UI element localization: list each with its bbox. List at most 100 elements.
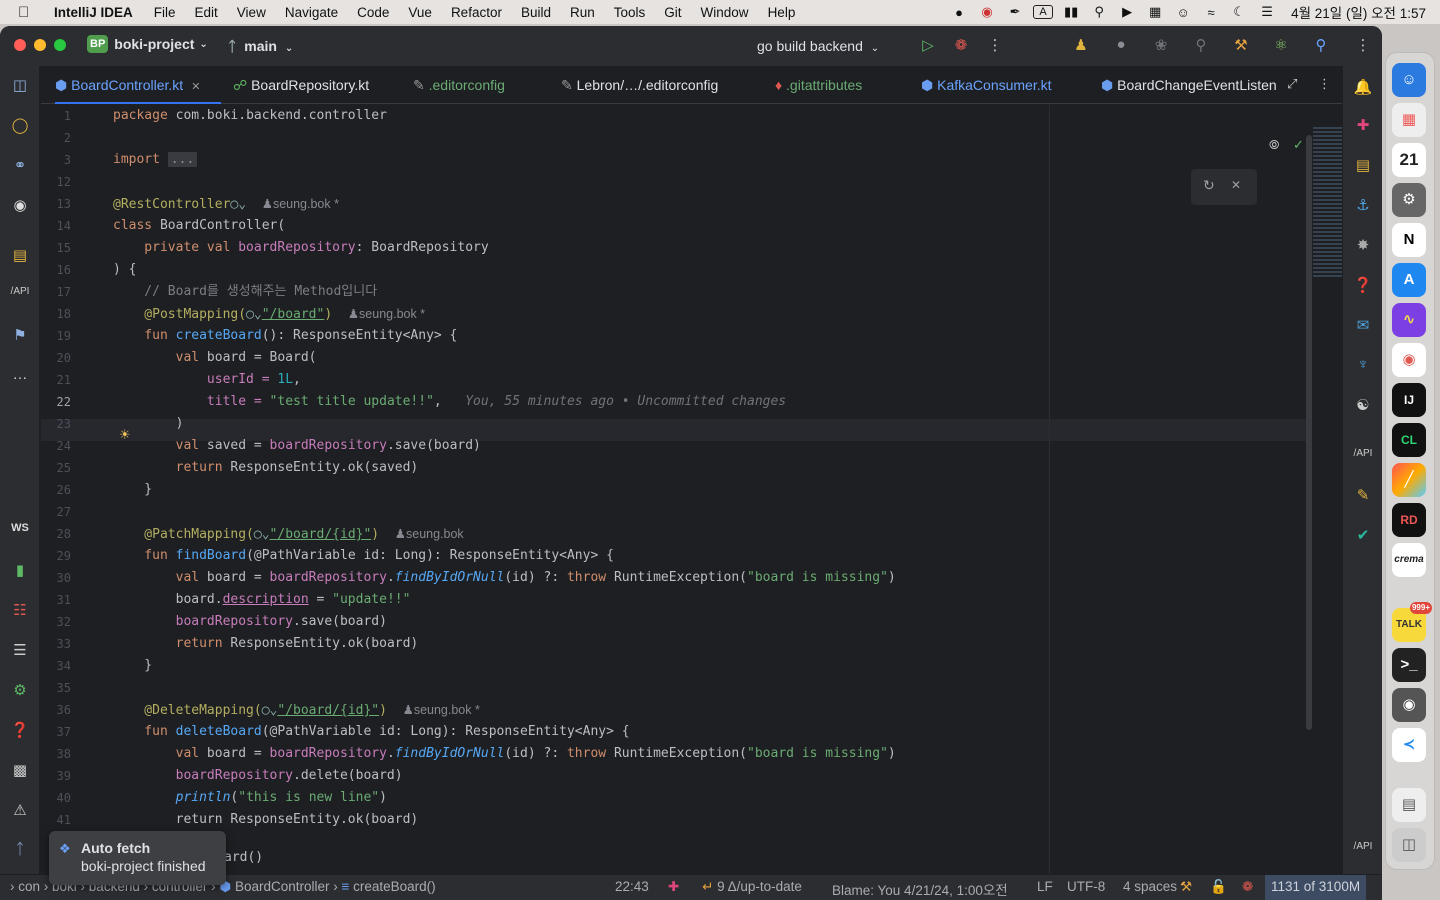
kakaotalk-icon[interactable]: TALK 999+ bbox=[1392, 602, 1432, 642]
close-tab-icon[interactable]: ✕ bbox=[191, 81, 200, 93]
intellij-icon[interactable]: IJ bbox=[1392, 383, 1426, 417]
line-number[interactable]: 25 bbox=[41, 461, 71, 475]
help-icon[interactable]: ❓ bbox=[1343, 276, 1382, 294]
clion-icon[interactable]: CL bbox=[1392, 423, 1426, 457]
tab-kafka-consumer[interactable]: ⬢ KafkaConsumer.kt bbox=[921, 66, 1073, 104]
line-number[interactable]: 35 bbox=[41, 681, 71, 695]
rider-icon[interactable]: RD bbox=[1392, 503, 1426, 537]
bean-icon[interactable]: ◯⌄ bbox=[230, 197, 246, 212]
line-separator[interactable]: LF bbox=[1037, 879, 1053, 894]
menu-tools[interactable]: Tools bbox=[614, 5, 646, 20]
menu-window[interactable]: Window bbox=[701, 5, 749, 20]
menu-vue[interactable]: Vue bbox=[408, 5, 432, 20]
folded-imports[interactable]: ... bbox=[167, 152, 198, 167]
author-hint[interactable]: ♟seung.bok * bbox=[403, 703, 480, 717]
menu-build[interactable]: Build bbox=[521, 5, 551, 20]
battery-icon[interactable]: ▮▮ bbox=[1057, 4, 1085, 20]
menu-refactor[interactable]: Refactor bbox=[451, 5, 502, 20]
blame-status[interactable]: Blame: You 4/21/24, 1:00오전 bbox=[832, 879, 1008, 899]
project-icon[interactable]: ◫ bbox=[0, 76, 40, 94]
line-number[interactable]: 2 bbox=[41, 131, 71, 145]
line-number[interactable]: 26 bbox=[41, 483, 71, 497]
ai-assistant-icon[interactable]: ⚛ bbox=[1270, 36, 1292, 54]
launchpad-icon[interactable]: ▦ bbox=[1392, 103, 1426, 137]
project-selector[interactable]: BP boki-project ⌄ bbox=[87, 35, 208, 53]
line-number[interactable]: 13 bbox=[41, 197, 71, 211]
author-hint[interactable]: ♟seung.bok * bbox=[348, 307, 425, 321]
tab-options-icon[interactable]: ⋮ bbox=[1318, 76, 1331, 92]
tab-editorconfig[interactable]: ✎ .editorconfig bbox=[413, 66, 525, 104]
wifi-icon[interactable]: ≈ bbox=[1197, 5, 1225, 20]
brush-icon[interactable]: ✒ bbox=[1001, 4, 1029, 20]
terminal-app-icon[interactable]: >_ bbox=[1392, 648, 1426, 682]
bug-icon[interactable]: ❁ bbox=[1242, 879, 1253, 895]
chat-icon[interactable]: ✉ bbox=[1343, 316, 1382, 334]
more-actions-icon[interactable]: ⋮ bbox=[984, 36, 1006, 54]
run-icon[interactable]: ▷ bbox=[917, 36, 939, 54]
plugin-red-icon[interactable]: ✚ bbox=[1343, 116, 1382, 134]
search-everywhere-gray-icon[interactable]: ⚲ bbox=[1190, 36, 1212, 54]
trash-icon[interactable]: ◫ bbox=[1392, 828, 1426, 862]
focus-moon-icon[interactable]: ☾ bbox=[1225, 4, 1253, 20]
tools-icon[interactable]: ⚒ bbox=[1180, 879, 1192, 895]
line-number[interactable]: 32 bbox=[41, 615, 71, 629]
vscode-icon[interactable]: ≺ bbox=[1392, 728, 1426, 762]
close-window-button[interactable] bbox=[14, 39, 26, 51]
input-source-icon[interactable]: A bbox=[1033, 5, 1054, 19]
bookmarks-icon[interactable]: ▮ bbox=[0, 561, 40, 579]
cremo-icon[interactable]: crema bbox=[1392, 543, 1426, 577]
ws-icon[interactable]: WS bbox=[0, 522, 40, 534]
python-icon[interactable]: ☯ bbox=[1343, 396, 1382, 414]
control-center-icon[interactable]: ☰ bbox=[1253, 4, 1281, 20]
line-number[interactable]: 12 bbox=[41, 175, 71, 189]
git-icon[interactable]: ᛏ bbox=[0, 841, 40, 858]
menu-run[interactable]: Run bbox=[570, 5, 595, 20]
line-number[interactable]: 37 bbox=[41, 725, 71, 739]
menu-file[interactable]: File bbox=[154, 5, 176, 20]
kubernetes-icon[interactable]: ✸ bbox=[1343, 236, 1382, 254]
tower-app-icon[interactable]: ╱ bbox=[1392, 463, 1426, 497]
clock[interactable]: 4월 21일 (일) 오전 1:57 bbox=[1291, 2, 1426, 22]
line-number[interactable]: 38 bbox=[41, 747, 71, 761]
line-number[interactable]: 36 bbox=[41, 703, 71, 717]
line-number[interactable]: 20 bbox=[41, 351, 71, 365]
creative-cloud-icon[interactable]: ◉ bbox=[973, 4, 1001, 20]
line-number[interactable]: 18 bbox=[41, 307, 71, 321]
coverage-icon[interactable]: ✔ bbox=[1343, 526, 1382, 544]
code-post-path[interactable]: "/board" bbox=[262, 307, 325, 322]
line-number[interactable]: 40 bbox=[41, 791, 71, 805]
problems-icon[interactable]: ⚠ bbox=[0, 801, 40, 819]
database-icon[interactable]: ▤ bbox=[0, 246, 40, 264]
tab-lebron-editorconfig[interactable]: ✎ Lebron/…/.editorconfig bbox=[561, 66, 741, 104]
vcs-status[interactable]: ↵ 9 Δ/up-to-date bbox=[702, 879, 802, 895]
file-encoding[interactable]: UTF-8 bbox=[1067, 879, 1105, 894]
settings-icon[interactable]: ⋮ bbox=[1352, 36, 1374, 54]
play-icon[interactable]: ▶ bbox=[1113, 4, 1141, 20]
indent-setting[interactable]: 4 spaces bbox=[1123, 879, 1177, 894]
downloads-icon[interactable]: ▤ bbox=[1392, 788, 1426, 822]
help-icon[interactable]: ❓ bbox=[0, 721, 40, 739]
services-icon[interactable]: ⚑ bbox=[0, 326, 40, 344]
api-icon[interactable]: /API bbox=[0, 286, 40, 297]
line-number[interactable]: 17 bbox=[41, 285, 71, 299]
expand-tabs-icon[interactable]: ⤢ bbox=[1287, 76, 1297, 92]
notion-icon[interactable]: N bbox=[1392, 223, 1426, 257]
apple-icon[interactable]:  bbox=[18, 4, 40, 21]
copilot-icon[interactable]: ⚭ bbox=[0, 156, 40, 174]
api-icon[interactable]: /API bbox=[1343, 448, 1382, 459]
github-icon[interactable]: ◉ bbox=[0, 196, 40, 214]
lock-icon[interactable]: 🔓 bbox=[1210, 879, 1227, 895]
docker-icon[interactable]: ⚓ bbox=[1343, 196, 1382, 214]
proxyman-icon[interactable]: ◉ bbox=[1392, 688, 1426, 722]
gear-icon[interactable]: ⚙ bbox=[0, 681, 40, 699]
menu-navigate[interactable]: Navigate bbox=[285, 5, 338, 20]
breadcrumb-item[interactable]: createBoard() bbox=[353, 879, 436, 894]
code-editor[interactable]: 1 2 3 12 13 14 15 16 17 18 19 20 21 22 23 24 25 26 27 28 29 3… bbox=[41, 105, 1342, 874]
line-number[interactable]: 24 bbox=[41, 439, 71, 453]
tab-board-repository[interactable]: ☍ BoardRepository.kt bbox=[233, 66, 383, 104]
record-icon[interactable]: ● bbox=[945, 5, 973, 20]
line-number[interactable]: 27 bbox=[41, 505, 71, 519]
spotlight-icon[interactable]: ⚲ bbox=[1085, 4, 1113, 20]
line-number[interactable]: 23 bbox=[41, 417, 71, 431]
tab-board-change-event-listener[interactable]: ⬢ BoardChangeEventListen bbox=[1101, 66, 1277, 104]
